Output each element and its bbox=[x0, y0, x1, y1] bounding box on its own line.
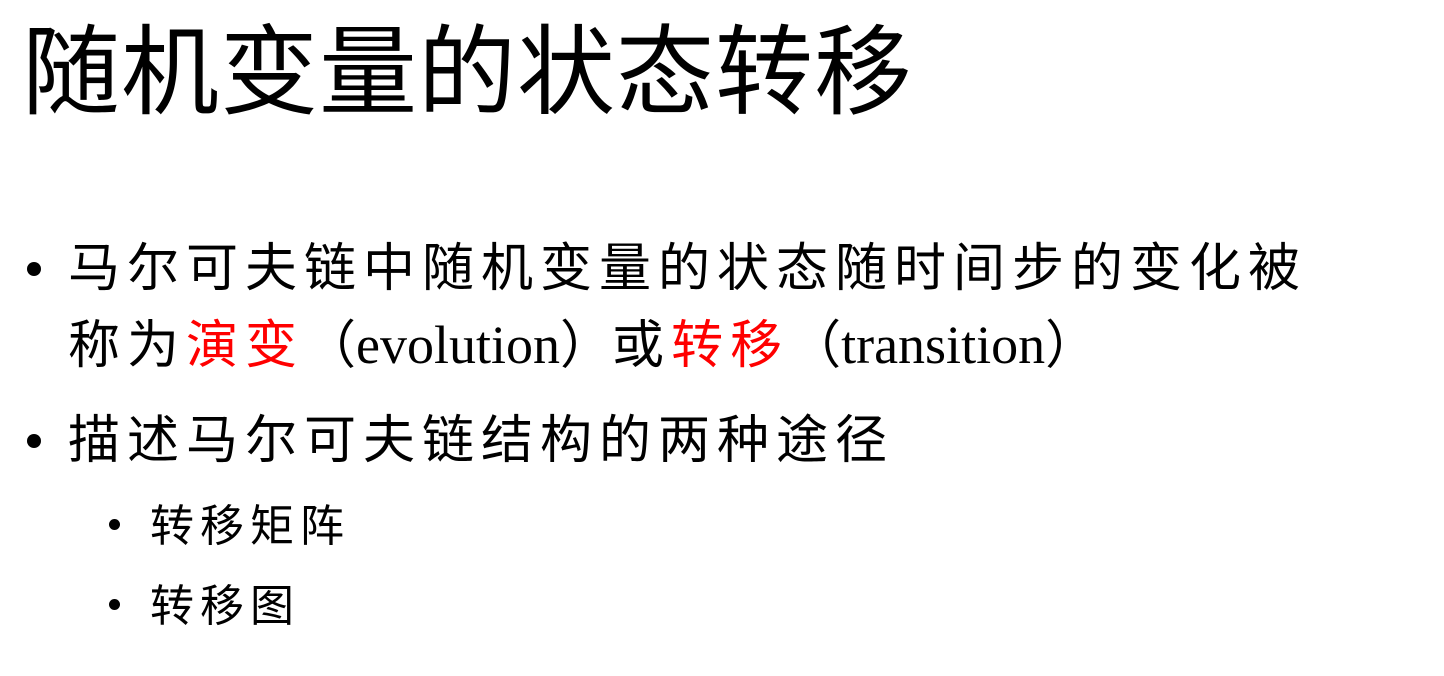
term-evolution-en: evolution bbox=[356, 315, 561, 375]
term-transition-en: transition bbox=[841, 315, 1046, 375]
bullet-1-line-1: 马尔可夫链中随机变量的状态随时间步的变化被 bbox=[68, 239, 1308, 299]
bullet-1-prefix: 称为 bbox=[68, 316, 187, 376]
sub-bullet-2: 转移图 bbox=[150, 581, 300, 632]
paren-close: ） bbox=[560, 316, 613, 376]
slide-title: 随机变量的状态转移 bbox=[22, 16, 914, 130]
bullet-1-line-2: 称为演变（evolution）或转移（transition） bbox=[68, 307, 1097, 384]
term-transition-zh: 转移 bbox=[671, 316, 790, 376]
bullet-dot bbox=[27, 262, 41, 276]
term-evolution-zh: 演变 bbox=[186, 316, 305, 376]
sub-bullet-dot bbox=[109, 599, 120, 610]
bullet-dot bbox=[27, 434, 41, 448]
connector-or: 或 bbox=[612, 316, 672, 376]
paren-open: （ bbox=[789, 316, 842, 376]
bullet-2-text: 描述马尔可夫链结构的两种途径 bbox=[68, 411, 895, 471]
paren-close: ） bbox=[1045, 316, 1098, 376]
sub-bullet-1: 转移矩阵 bbox=[150, 501, 350, 552]
sub-bullet-dot bbox=[109, 519, 120, 530]
paren-open: （ bbox=[304, 316, 357, 376]
slide: 随机变量的状态转移 马尔可夫链中随机变量的状态随时间步的变化被 称为演变（evo… bbox=[0, 0, 1444, 676]
